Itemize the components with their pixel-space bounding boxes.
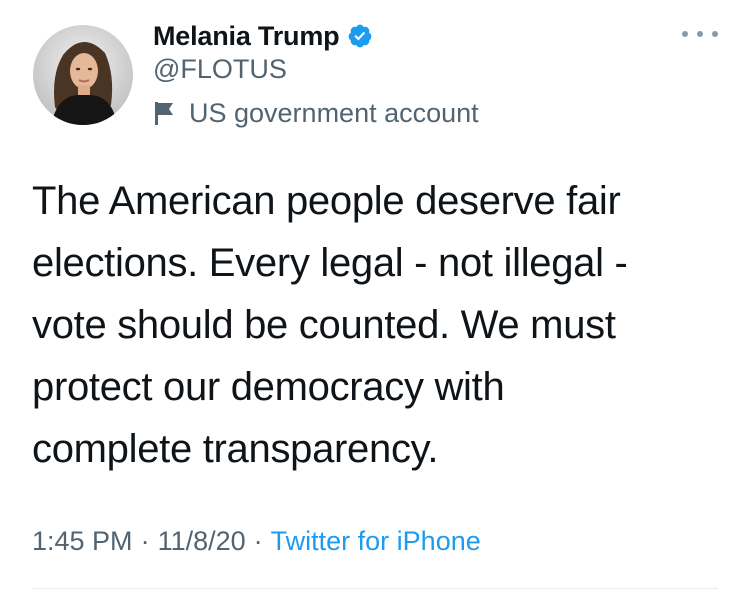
avatar-photo	[33, 25, 133, 125]
flag-icon	[155, 102, 173, 125]
tweet-text: The American people deserve fair electio…	[32, 179, 628, 471]
more-dot	[682, 31, 688, 37]
divider	[32, 588, 718, 589]
verified-badge-icon	[349, 24, 372, 48]
tweet-card: Melania Trump @FLOTUS US government acco…	[0, 0, 750, 593]
more-options-icon[interactable]	[682, 22, 718, 46]
meta-separator: ·	[140, 526, 150, 556]
author-display-name[interactable]: Melania Trump	[153, 21, 340, 52]
more-dot	[712, 31, 718, 37]
avatar[interactable]	[33, 25, 133, 125]
account-label: US government account	[189, 97, 479, 128]
account-label-row: US government account	[153, 96, 479, 130]
more-dot	[697, 31, 703, 37]
tweet-meta: 1:45 PM · 11/8/20 · Twitter for iPhone	[32, 526, 481, 557]
tweet-source-link[interactable]: Twitter for iPhone	[271, 526, 481, 557]
author-handle[interactable]: @FLOTUS	[153, 54, 287, 85]
tweet-date[interactable]: 11/8/20	[158, 526, 246, 557]
tweet-time[interactable]: 1:45 PM	[32, 526, 133, 557]
meta-separator: ·	[253, 526, 263, 556]
author-name-row: Melania Trump	[153, 18, 373, 54]
